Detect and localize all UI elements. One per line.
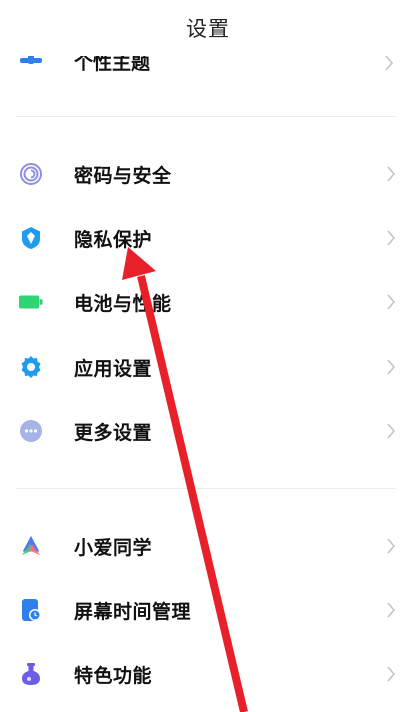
settings-item-label: 密码与安全 [74,164,172,187]
gear-icon [19,355,43,379]
battery-icon [19,290,43,314]
settings-item-label: 特色功能 [74,664,153,687]
settings-item-label: 更多设置 [74,421,153,444]
chevron-right-icon [387,666,396,682]
section-divider [16,488,396,489]
chevron-right-icon [387,423,396,439]
settings-item-screen-time[interactable]: 屏幕时间管理 [0,578,416,642]
settings-item-label: 屏幕时间管理 [74,600,192,623]
xiaoai-icon [19,534,43,558]
settings-item-label: 隐私保护 [74,228,153,251]
settings-item-battery[interactable]: 电池与性能 [0,270,416,334]
settings-item-special-features[interactable]: 特色功能 [0,642,416,706]
chevron-right-icon [387,359,396,375]
chevron-right-icon [387,166,396,182]
chevron-right-icon [387,294,396,310]
more-icon [19,419,43,443]
settings-item-password-security[interactable]: 密码与安全 [0,142,416,206]
settings-item-app-settings[interactable]: 应用设置 [0,335,416,399]
page-title: 设置 [186,17,230,41]
flask-icon [19,662,43,686]
chevron-right-icon [385,55,394,71]
settings-item-label: 电池与性能 [74,292,172,315]
settings-item-xiaoai[interactable]: 小爱同学 [0,514,416,578]
chevron-right-icon [387,538,396,554]
settings-item-more-settings[interactable]: 更多设置 [0,399,416,463]
shield-icon [19,226,43,250]
fingerprint-icon [19,162,43,186]
section-divider [16,116,396,117]
settings-item-privacy[interactable]: 隐私保护 [0,206,416,270]
top-bar: 设置 [0,0,416,56]
screen-time-icon [19,598,43,622]
chevron-right-icon [387,230,396,246]
chevron-right-icon [387,602,396,618]
settings-item-label: 应用设置 [74,357,153,380]
settings-item-label: 小爱同学 [74,536,153,559]
